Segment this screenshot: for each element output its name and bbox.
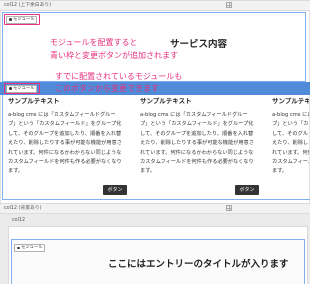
body-line: れています。何件	[272, 149, 309, 156]
dot-icon	[9, 87, 12, 90]
dot-icon	[17, 246, 20, 250]
body-line: カスタムフィール	[272, 158, 309, 165]
module-change-button[interactable]: モジュール	[6, 84, 37, 93]
entry-title: ここにはエントリーのタイトルが入ります	[108, 259, 289, 270]
column-2: サンプルテキスト a-blog cms には「カスタムフィールドグルー プ」とい…	[140, 97, 266, 197]
body-line: ます。	[8, 168, 24, 175]
module-button-label: モジュール	[13, 16, 35, 22]
module-button-label: モジュール	[21, 245, 43, 250]
section-label: col12 (上下余白あり)	[4, 3, 52, 8]
section-header-bottom: col12 (背景あり)	[0, 203, 310, 214]
annotation-text: このボタンから変更できます	[55, 84, 159, 93]
body-line: えたり、削除したりする事が可能な機能が用意さ	[140, 140, 254, 147]
annotation-text: すでに配置されているモジュールも	[55, 72, 183, 81]
body-line: して、そのグル	[272, 130, 308, 137]
grid-icon[interactable]	[226, 205, 232, 211]
annotation-text: モジュールを配置すると	[50, 38, 138, 47]
body-line: a-blog cms には	[272, 112, 309, 118]
body-line: プ」という「カスタムフィールド」をグループ化	[140, 121, 254, 128]
section-header-top: col12 (上下余白あり)	[0, 0, 310, 11]
column-title: サンプルテキスト	[140, 97, 192, 105]
body-line: して、そのグループを追加したり、順番を入れ替	[140, 130, 254, 137]
body-line: して、そのグループを追加したり、順番を入れ替	[8, 130, 122, 137]
body-line: プ」という「カスタムフィールド」をグループ化	[8, 121, 122, 128]
body-line: ます。	[272, 168, 288, 175]
dot-icon	[9, 18, 12, 21]
module-button-label: モジュール	[13, 85, 35, 91]
grid-icon[interactable]	[226, 2, 232, 8]
column-title: サンプルテキスト	[8, 97, 60, 105]
module-change-button[interactable]: モジュール	[14, 244, 45, 252]
module-change-button[interactable]: モジュール	[6, 15, 37, 24]
body-line: a-blog cms には「カスタムフィールドグルー	[8, 112, 116, 118]
column-body: a-blog cms には プ」という「カ して、そのグル えたり、削除し れて…	[272, 111, 309, 177]
body-line: えたり、削除したりする事が可能な機能が用意さ	[8, 140, 122, 147]
body-line: ます。	[140, 168, 156, 175]
column-body: a-blog cms には「カスタムフィールドグルー プ」という「カスタムフィー…	[140, 111, 266, 177]
annotation-text: 青い枠と変更ボタンが追加されます	[50, 51, 178, 60]
column-3: サンプルテキ a-blog cms には プ」という「カ して、そのグル えたり…	[272, 97, 309, 197]
module-heading: サービス内容	[170, 39, 228, 50]
column-title: サンプルテキ	[272, 97, 309, 105]
body-line: カスタムフィールドを何件も作る必要がなくなり	[140, 158, 254, 165]
body-line: プ」という「カ	[272, 121, 309, 128]
body-line: れています。何件になるかわからない同じような	[140, 149, 254, 156]
column-1: サンプルテキスト a-blog cms には「カスタムフィールドグルー プ」とい…	[8, 97, 134, 197]
column-button[interactable]: ボタン	[235, 185, 259, 195]
column-button[interactable]: ボタン	[103, 185, 127, 195]
section-label: col12 (背景あり)	[4, 206, 42, 211]
body-line: れています。何件になるかわからない同じような	[8, 149, 122, 156]
body-line: えたり、削除し	[272, 140, 309, 147]
body-line: カスタムフィールドを何件も作る必要がなくなり	[8, 158, 122, 165]
column-body: a-blog cms には「カスタムフィールドグルー プ」という「カスタムフィー…	[8, 111, 134, 177]
inner-layout-label: col12	[12, 218, 26, 223]
body-line: a-blog cms には「カスタムフィールドグルー	[140, 112, 248, 118]
